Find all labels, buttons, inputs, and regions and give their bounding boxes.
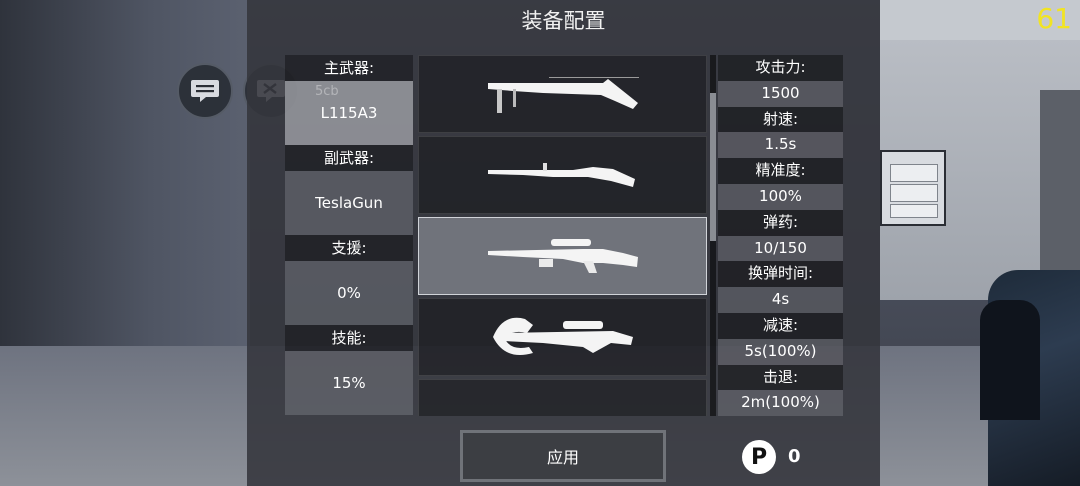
primary-weapon-value: L115A3 [320,104,378,122]
stat-label-accuracy: 精准度: [718,158,843,184]
rifle-icon [483,398,643,416]
stat-value-attack: 1500 [718,80,843,107]
stat-value-accuracy: 100% [718,183,843,210]
secondary-weapon-slot[interactable]: TeslaGun [285,171,413,235]
apply-button[interactable]: 应用 [460,430,666,482]
sniper-rifle-icon [487,239,638,273]
weapon-list[interactable] [418,55,707,416]
stat-value-ammo: 10/150 [718,235,843,262]
skill-label: 技能: [285,325,413,351]
stat-label-slow: 减速: [718,312,843,339]
scene-soldier-arm [980,300,1040,420]
support-label: 支援: [285,235,413,261]
stat-label-ammo: 弹药: [718,209,843,236]
stat-label-reload-time: 换弹时间: [718,261,843,288]
weapon-item-bolt-rifle[interactable] [418,136,707,214]
primary-weapon-label: 主武器: [285,55,413,81]
stat-value-reload-time: 4s [718,287,843,313]
loadout-column: 主武器: 5cb L115A3 副武器: TeslaGun 支援: 0% 技能:… [285,55,413,415]
fps-counter: 61 [1036,2,1072,35]
stat-label-attack: 攻击力: [718,55,843,81]
chat-button[interactable] [177,63,233,119]
bolt-action-rifle-icon [487,163,635,187]
support-value: 0% [337,284,361,302]
points-icon: P [742,440,776,474]
points-value: 0 [788,446,801,467]
weapon-list-scrollbar[interactable] [710,55,716,416]
chat-bubble-icon [191,80,219,102]
weapon-item-shotgun[interactable] [418,55,707,133]
equipment-config-panel: 装备配置 主武器: 5cb L115A3 副武器: TeslaGun 支援: 0… [247,0,880,486]
scrollbar-thumb[interactable] [710,93,716,241]
stat-value-slow: 5s(100%) [718,338,843,365]
weapon-item-sniper-l115a3[interactable] [418,217,707,295]
weapon-item-rifle[interactable] [418,379,707,416]
scene-cabinet [880,150,946,226]
stat-value-fire-rate: 1.5s [718,132,843,159]
weapon-stats-column: 攻击力: 1500 射速: 1.5s 精准度: 100% 弹药: 10/150 … [718,55,843,417]
stat-value-knockback: 2m(100%) [718,390,843,417]
primary-weapon-ghost-text: 5cb [315,84,339,99]
support-slot[interactable]: 0% [285,261,413,325]
skill-slot[interactable]: 15% [285,351,413,415]
skill-value: 15% [332,374,366,392]
primary-weapon-slot[interactable]: 5cb L115A3 [285,81,413,145]
stat-label-fire-rate: 射速: [718,106,843,133]
panel-title: 装备配置 [521,9,606,33]
weapon-item-crossbow[interactable] [418,298,707,376]
stat-label-knockback: 击退: [718,364,843,391]
crossbow-icon [492,317,633,355]
secondary-weapon-label: 副武器: [285,145,413,171]
secondary-weapon-value: TeslaGun [315,194,383,212]
shotgun-icon [487,77,639,113]
